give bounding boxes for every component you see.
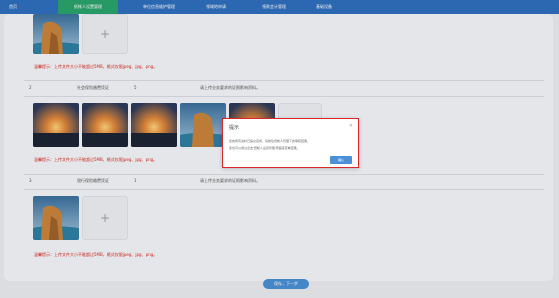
close-icon[interactable]: ×: [349, 123, 353, 129]
prompt-dialog: 提示 × 您的所有资料已提交完成，请前往纸帐人管理下的审核结果。 您也可以通过点…: [222, 118, 359, 168]
confirm-button[interactable]: 确认: [330, 156, 352, 164]
dialog-message-line1: 您的所有资料已提交完成，请前往纸帐人管理下的审核结果。: [229, 139, 311, 143]
dialog-title: 提示: [229, 125, 240, 131]
dialog-message-line2: 您也可以通过点击'纸帐人设置管理'界面来查看结果。: [229, 146, 300, 150]
